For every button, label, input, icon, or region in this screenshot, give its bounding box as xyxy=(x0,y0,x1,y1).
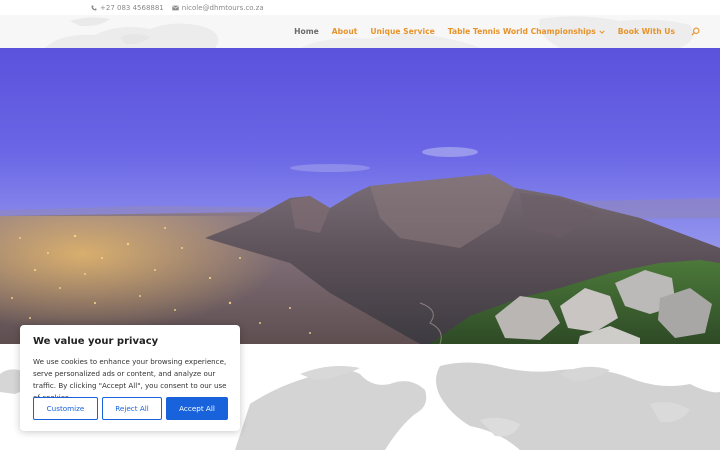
nav-home[interactable]: Home xyxy=(294,27,319,36)
nav-about-label: About xyxy=(331,27,358,36)
nav-book-with-us[interactable]: Book With Us xyxy=(618,27,675,36)
envelope-icon xyxy=(171,5,179,10)
search-icon xyxy=(691,27,700,36)
nav-about[interactable]: About xyxy=(332,27,358,36)
nav-book-with-us-label: Book With Us xyxy=(617,27,675,36)
cookie-consent-banner: We value your privacy We use cookies to … xyxy=(20,325,240,431)
email-contact[interactable]: nicole@dhmtours.co.za xyxy=(171,3,264,12)
customize-button[interactable]: Customize xyxy=(33,397,98,420)
nav-table-tennis[interactable]: Table Tennis World Championships xyxy=(448,27,605,36)
accept-all-button[interactable]: Accept All xyxy=(166,397,228,420)
hero-image xyxy=(0,48,720,344)
phone-number: +27 083 4568881 xyxy=(100,3,164,12)
reject-all-button[interactable]: Reject All xyxy=(102,397,162,420)
hero-banner xyxy=(0,48,720,344)
phone-contact[interactable]: +27 083 4568881 xyxy=(91,4,164,12)
search-button[interactable] xyxy=(691,27,700,36)
main-navigation: Home About Unique Service Table Tennis W… xyxy=(294,15,700,48)
nav-unique-service[interactable]: Unique Service xyxy=(370,27,434,36)
nav-table-tennis-label: Table Tennis World Championships xyxy=(447,27,596,36)
nav-unique-service-label: Unique Service xyxy=(370,27,435,36)
cookie-button-group: Customize Reject All Accept All xyxy=(33,397,228,420)
chevron-down-icon xyxy=(599,30,605,34)
phone-icon xyxy=(91,4,97,11)
email-address: nicole@dhmtours.co.za xyxy=(181,3,264,12)
nav-home-label: Home xyxy=(294,27,319,36)
site-header: Home About Unique Service Table Tennis W… xyxy=(0,15,720,48)
cookie-title: We value your privacy xyxy=(33,336,159,347)
top-info-bar: +27 083 4568881 nicole@dhmtours.co.za xyxy=(0,0,720,15)
